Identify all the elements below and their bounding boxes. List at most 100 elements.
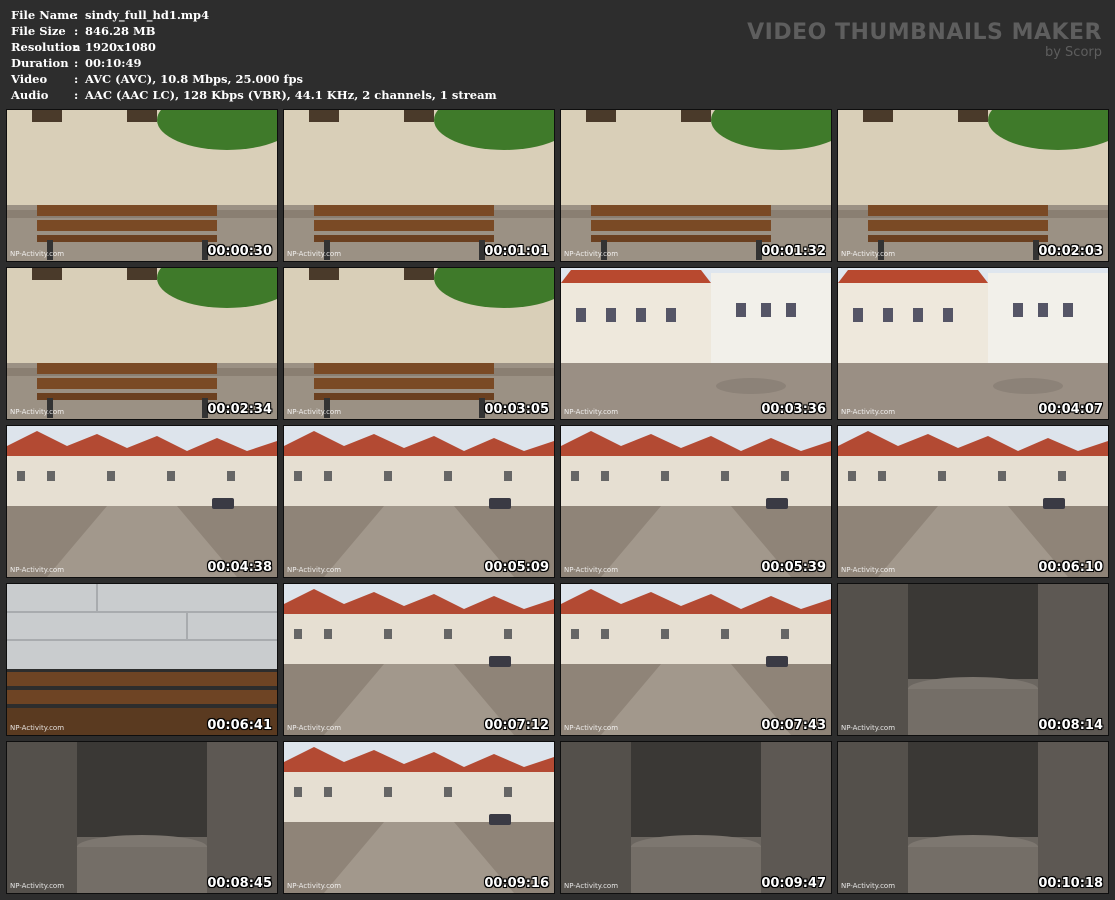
thumbnail-timestamp: 00:02:34 — [207, 402, 272, 417]
thumbnail-image — [561, 110, 831, 261]
thumbnail-watermark: NP-Activity.com — [287, 882, 342, 890]
info-label: File Name — [11, 8, 77, 22]
thumbnail-watermark: NP-Activity.com — [10, 408, 65, 416]
thumbnail-watermark: NP-Activity.com — [564, 250, 619, 258]
thumbnail-frame: NP-Activity.com 00:05:09 — [283, 425, 555, 578]
thumbnail-frame: NP-Activity.com 00:01:01 — [283, 109, 555, 262]
info-separator: : — [74, 56, 79, 70]
thumbnail-timestamp: 00:00:30 — [207, 244, 272, 259]
thumbnail-frame: NP-Activity.com 00:02:03 — [837, 109, 1109, 262]
thumbnail-timestamp: 00:08:14 — [1038, 718, 1103, 733]
thumbnail-watermark: NP-Activity.com — [10, 882, 65, 890]
thumbnail-watermark: NP-Activity.com — [287, 408, 342, 416]
info-value: AAC (AAC LC), 128 Kbps (VBR), 44.1 KHz, … — [85, 88, 497, 102]
thumbnail-timestamp: 00:04:07 — [1038, 402, 1103, 417]
info-separator: : — [74, 8, 79, 22]
info-separator: : — [74, 88, 79, 102]
thumbnail-timestamp: 00:05:39 — [761, 560, 826, 575]
info-row-resolution: Resolution: 1920x1080 — [11, 39, 497, 55]
thumbnail-image — [284, 584, 554, 735]
info-label: Duration — [11, 56, 69, 70]
thumbnail-timestamp: 00:02:03 — [1038, 244, 1103, 259]
thumbnail-frame: NP-Activity.com 00:04:07 — [837, 267, 1109, 420]
thumbnail-watermark: NP-Activity.com — [10, 566, 65, 574]
thumbnail-timestamp: 00:07:12 — [484, 718, 549, 733]
thumbnail-frame: NP-Activity.com 00:09:47 — [560, 741, 832, 894]
info-value: 00:10:49 — [85, 56, 142, 70]
thumbnail-image — [561, 584, 831, 735]
info-value: 1920x1080 — [85, 40, 156, 54]
info-value: 846.28 MB — [85, 24, 156, 38]
info-separator: : — [74, 40, 79, 54]
thumbnail-timestamp: 00:05:09 — [484, 560, 549, 575]
thumbnail-watermark: NP-Activity.com — [10, 724, 65, 732]
thumbnail-watermark: NP-Activity.com — [10, 250, 65, 258]
brand-subtitle: by Scorp — [1044, 45, 1102, 60]
thumbnail-watermark: NP-Activity.com — [287, 250, 342, 258]
thumbnail-image — [284, 268, 554, 419]
thumbnail-grid: NP-Activity.com 00:00:30 NP-Activity.com 00… — [6, 109, 1109, 894]
thumbnail-image — [561, 742, 831, 893]
info-label: Video — [11, 72, 48, 86]
info-row-file-size: File Size:846.28 MB — [11, 23, 497, 39]
info-value: sindy_full_hd1.mp4 — [85, 8, 210, 22]
thumbnail-image — [838, 742, 1108, 893]
info-row-duration: Duration:00:10:49 — [11, 55, 497, 71]
thumbnail-image — [561, 268, 831, 419]
thumbnail-image — [7, 110, 277, 261]
thumbnail-watermark: NP-Activity.com — [564, 408, 619, 416]
thumbnail-frame: NP-Activity.com 00:07:12 — [283, 583, 555, 736]
thumbnail-image — [838, 426, 1108, 577]
info-label: File Size — [11, 24, 66, 38]
thumbnail-image — [7, 426, 277, 577]
thumbnail-frame: NP-Activity.com 00:03:36 — [560, 267, 832, 420]
thumbnail-watermark: NP-Activity.com — [287, 724, 342, 732]
thumbnail-image — [284, 426, 554, 577]
info-row-video: Video: AVC (AVC), 10.8 Mbps, 25.000 fps — [11, 71, 497, 87]
thumbnail-watermark: NP-Activity.com — [841, 408, 896, 416]
thumbnail-frame: NP-Activity.com 00:06:10 — [837, 425, 1109, 578]
thumbnail-frame: NP-Activity.com 00:06:41 — [6, 583, 278, 736]
info-label: Resolution — [11, 40, 81, 54]
thumbnail-timestamp: 00:09:16 — [484, 876, 549, 891]
brand-logo: VIDEO THUMBNAILS MAKER by Scorp — [747, 20, 1102, 59]
thumbnail-timestamp: 00:01:32 — [761, 244, 826, 259]
thumbnail-watermark: NP-Activity.com — [564, 724, 619, 732]
thumbnail-watermark: NP-Activity.com — [564, 566, 619, 574]
thumbnail-timestamp: 00:04:38 — [207, 560, 272, 575]
thumbnail-watermark: NP-Activity.com — [287, 566, 342, 574]
info-label: Audio — [11, 88, 49, 102]
info-row-audio: Audio: AAC (AAC LC), 128 Kbps (VBR), 44.1… — [11, 87, 497, 103]
thumbnail-image — [7, 268, 277, 419]
thumbnail-timestamp: 00:07:43 — [761, 718, 826, 733]
thumbnail-image — [838, 268, 1108, 419]
thumbnail-timestamp: 00:01:01 — [484, 244, 549, 259]
thumbnail-watermark: NP-Activity.com — [841, 724, 896, 732]
thumbnail-frame: NP-Activity.com 00:08:14 — [837, 583, 1109, 736]
thumbnail-watermark: NP-Activity.com — [841, 250, 896, 258]
thumbnail-image — [7, 742, 277, 893]
thumbnail-image — [838, 110, 1108, 261]
thumbnail-timestamp: 00:06:41 — [207, 718, 272, 733]
thumbnail-watermark: NP-Activity.com — [841, 566, 896, 574]
info-value: AVC (AVC), 10.8 Mbps, 25.000 fps — [85, 72, 304, 86]
thumbnail-timestamp: 00:09:47 — [761, 876, 826, 891]
thumbnail-frame: NP-Activity.com 00:03:05 — [283, 267, 555, 420]
thumbnail-timestamp: 00:10:18 — [1038, 876, 1103, 891]
thumbnail-timestamp: 00:03:05 — [484, 402, 549, 417]
thumbnail-image — [284, 110, 554, 261]
thumbnail-frame: NP-Activity.com 00:04:38 — [6, 425, 278, 578]
thumbnail-timestamp: 00:03:36 — [761, 402, 826, 417]
thumbnail-image — [284, 742, 554, 893]
thumbnail-frame: NP-Activity.com 00:10:18 — [837, 741, 1109, 894]
thumbnail-timestamp: 00:06:10 — [1038, 560, 1103, 575]
brand-title: VIDEO THUMBNAILS MAKER — [747, 20, 1102, 45]
thumbnail-frame: NP-Activity.com 00:09:16 — [283, 741, 555, 894]
thumbnail-frame: NP-Activity.com 00:05:39 — [560, 425, 832, 578]
thumbnail-frame: NP-Activity.com 00:08:45 — [6, 741, 278, 894]
thumbnail-image — [561, 426, 831, 577]
thumbnail-watermark: NP-Activity.com — [564, 882, 619, 890]
thumbnail-frame: NP-Activity.com 00:01:32 — [560, 109, 832, 262]
thumbnail-watermark: NP-Activity.com — [841, 882, 896, 890]
thumbnail-frame: NP-Activity.com 00:02:34 — [6, 267, 278, 420]
